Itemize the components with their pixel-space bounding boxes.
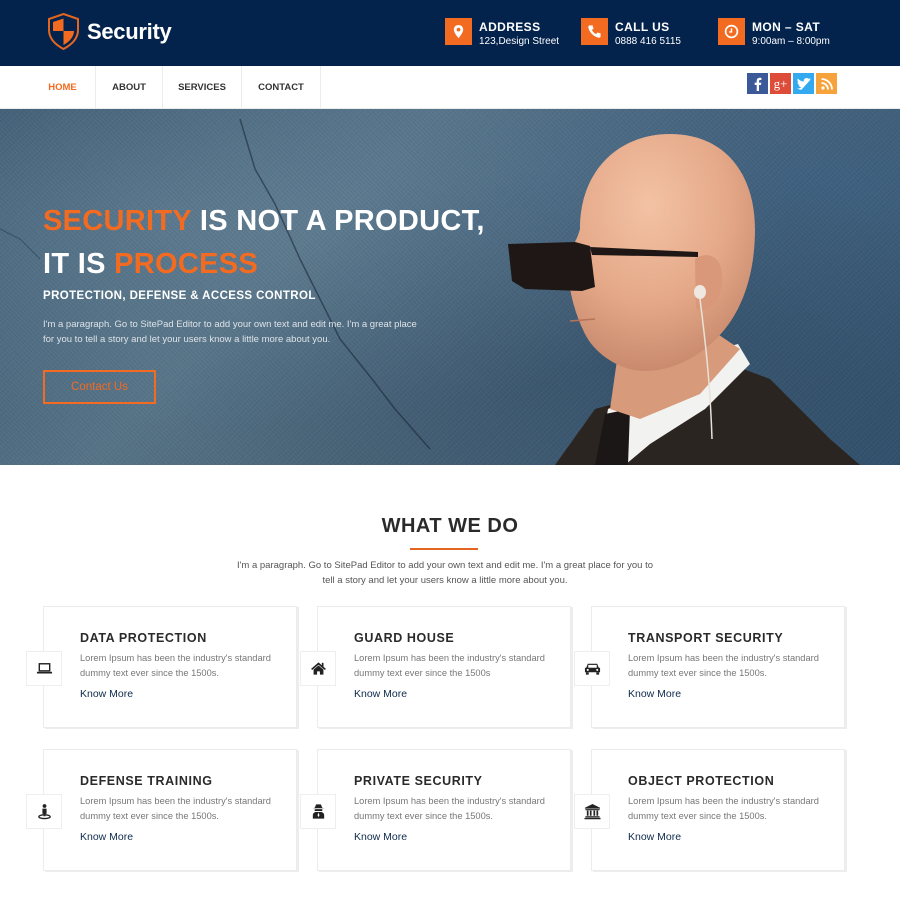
know-more-link[interactable]: Know More [354,831,407,843]
phone-title: CALL US [615,20,670,34]
security-guard-image [508,134,860,465]
user-secret-icon [300,794,336,829]
hero-title-line2: IT IS PROCESS [43,248,258,281]
address-title: ADDRESS [479,20,541,34]
social-links: g+ [747,73,837,94]
nav-services[interactable]: SERVICES [163,66,242,109]
hero-title-highlight-1: SECURITY [43,205,192,237]
car-icon [574,651,610,686]
card-description: Lorem Ipsum has been the industry's stan… [354,653,545,678]
shield-icon [48,13,79,50]
hours-title: MON – SAT [752,20,821,34]
contact-us-button[interactable]: Contact Us [43,370,156,404]
know-more-link[interactable]: Know More [354,688,407,700]
bank-icon [574,794,610,829]
service-card-private-security: PRIVATE SECURITY Lorem Ipsum has been th… [300,749,571,871]
service-card-guard-house: GUARD HOUSE Lorem Ipsum has been the ind… [300,606,571,728]
main-menu: HOME ABOUT SERVICES CONTACT [30,66,321,109]
hero-subtitle: PROTECTION, DEFENSE & ACCESS CONTROL [43,290,316,302]
section-paragraph: I'm a paragraph. Go to SitePad Editor to… [236,560,654,586]
card-description: Lorem Ipsum has been the industry's stan… [354,796,545,821]
hero-title-rest-1: IS NOT A PRODUCT, [191,205,485,237]
section-divider [410,548,478,550]
card-title: PRIVATE SECURITY [354,774,483,788]
card-description: Lorem Ipsum has been the industry's stan… [628,653,819,678]
hero-banner: SECURITY IS NOT A PRODUCT, IT IS PROCESS… [0,109,900,465]
section-title: WHAT WE DO [381,515,519,537]
map-pin-icon [445,18,472,45]
home-icon [300,651,336,686]
rss-icon[interactable] [816,73,837,94]
card-title: OBJECT PROTECTION [628,774,775,788]
hero-title-line1: SECURITY IS NOT A PRODUCT, [43,205,485,238]
know-more-link[interactable]: Know More [628,831,681,843]
service-card-object-protection: OBJECT PROTECTION Lorem Ipsum has been t… [574,749,845,871]
address-value: 123,Design Street [479,36,560,47]
navigation-bar: HOME ABOUT SERVICES CONTACT g+ [0,66,900,109]
address-info: ADDRESS 123,Design Street [445,18,559,48]
top-header: Security ADDRESS 123,Design Street CALL … [0,0,900,66]
hero-title-highlight-2: PROCESS [114,248,259,280]
card-title: DATA PROTECTION [80,631,207,645]
card-title: GUARD HOUSE [354,631,455,645]
laptop-icon [26,651,62,686]
hours-value: 9:00am – 8:00pm [752,36,830,47]
know-more-link[interactable]: Know More [80,831,133,843]
card-description: Lorem Ipsum has been the industry's stan… [628,796,819,821]
brand-name: Security [87,18,172,44]
google-plus-icon[interactable]: g+ [770,73,791,94]
hours-info: MON – SAT 9:00am – 8:00pm [718,18,830,48]
phone-value[interactable]: 0888 416 5115 [615,35,681,48]
facebook-icon[interactable] [747,73,768,94]
hero-paragraph: I'm a paragraph. Go to SitePad Editor to… [43,319,417,345]
phone-icon [581,18,608,45]
service-card-defense-training: DEFENSE TRAINING Lorem Ipsum has been th… [26,749,297,871]
twitter-icon[interactable] [793,73,814,94]
card-title: DEFENSE TRAINING [80,774,213,788]
card-description: Lorem Ipsum has been the industry's stan… [80,653,271,678]
clock-icon [718,18,745,45]
hero-title-start-2: IT IS [43,248,115,280]
card-title: TRANSPORT SECURITY [628,631,784,645]
know-more-link[interactable]: Know More [80,688,133,700]
phone-info: CALL US 0888 416 5115 [581,18,681,48]
nav-contact[interactable]: CONTACT [242,66,321,109]
know-more-link[interactable]: Know More [628,688,681,700]
card-description: Lorem Ipsum has been the industry's stan… [80,796,271,821]
service-card-data-protection: DATA PROTECTION Lorem Ipsum has been the… [26,606,297,728]
logo[interactable]: Security [47,13,172,50]
nav-about[interactable]: ABOUT [96,66,163,109]
service-card-transport-security: TRANSPORT SECURITY Lorem Ipsum has been … [574,606,845,728]
nav-home[interactable]: HOME [30,66,96,109]
person-marker-icon [26,794,62,829]
